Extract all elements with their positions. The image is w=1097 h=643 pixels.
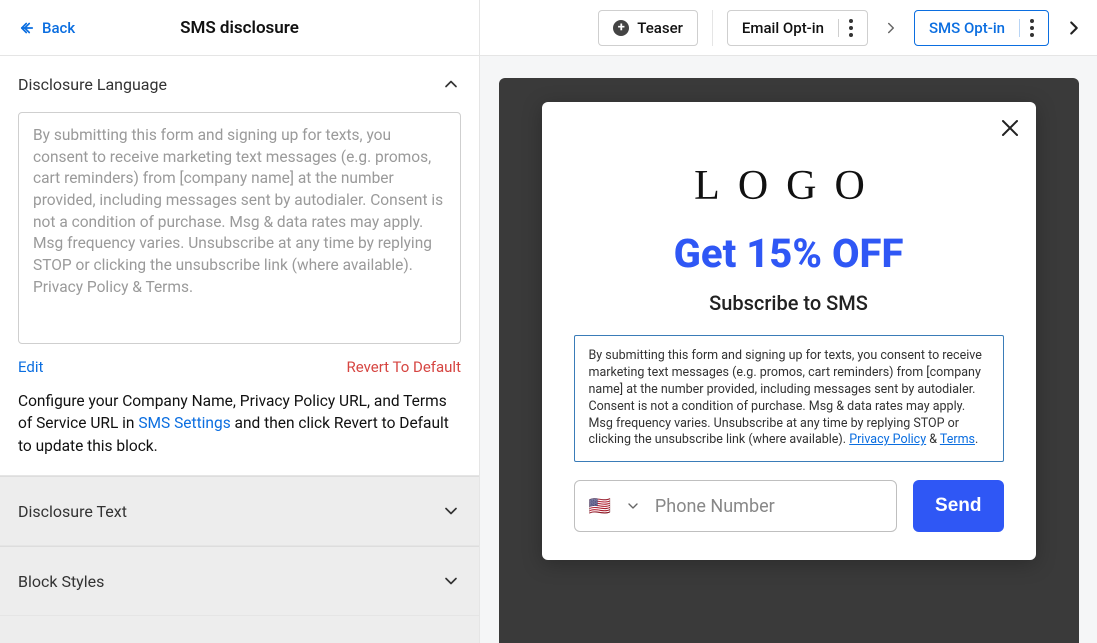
back-label: Back xyxy=(42,19,75,37)
email-optin-label: Email Opt-in xyxy=(742,19,824,37)
flag-icon[interactable]: 🇺🇸 xyxy=(589,496,611,517)
signup-popup: LOGO Get 15% OFF Subscribe to SMS By sub… xyxy=(542,102,1036,560)
textarea-actions: Edit Revert To Default xyxy=(18,358,461,376)
disclosure-textarea[interactable] xyxy=(18,112,461,344)
email-optin-tab[interactable]: Email Opt-in xyxy=(727,10,868,46)
close-icon[interactable] xyxy=(998,116,1022,140)
help-text: Configure your Company Name, Privacy Pol… xyxy=(18,390,461,457)
kebab-icon[interactable] xyxy=(838,19,853,37)
sms-optin-label: SMS Opt-in xyxy=(929,19,1005,37)
section-header-block-styles[interactable]: Block Styles xyxy=(0,547,479,615)
period: . xyxy=(975,432,978,447)
logo: LOGO xyxy=(574,162,1004,210)
send-button[interactable]: Send xyxy=(913,480,1003,532)
section-title: Block Styles xyxy=(18,572,104,591)
headline: Get 15% OFF xyxy=(574,230,1004,277)
preview-canvas: LOGO Get 15% OFF Subscribe to SMS By sub… xyxy=(480,56,1097,643)
amp: & xyxy=(926,432,940,447)
plus-circle-icon: + xyxy=(613,20,629,36)
sms-optin-tab[interactable]: SMS Opt-in xyxy=(914,10,1049,46)
teaser-label: Teaser xyxy=(637,19,683,37)
editor-header: Back SMS disclosure xyxy=(0,0,479,56)
section-disclosure-language: Disclosure Language Edit Revert To Defau… xyxy=(0,56,479,476)
step-tabs: + Teaser Email Opt-in SMS Opt-in xyxy=(480,0,1097,56)
arrow-left-icon xyxy=(18,19,36,37)
phone-placeholder: Phone Number xyxy=(655,496,775,517)
section-header-disclosure-language[interactable]: Disclosure Language xyxy=(0,56,479,112)
section-body: Edit Revert To Default Configure your Co… xyxy=(0,112,479,475)
kebab-icon[interactable] xyxy=(1019,19,1034,37)
sms-settings-link[interactable]: SMS Settings xyxy=(138,414,230,432)
edit-link[interactable]: Edit xyxy=(18,358,43,376)
editor-panel: Back SMS disclosure Disclosure Language … xyxy=(0,0,480,643)
divider xyxy=(712,10,713,46)
section-disclosure-text: Disclosure Text xyxy=(0,476,479,546)
chevron-down-icon[interactable] xyxy=(625,498,641,514)
collapsed-sections: Disclosure Text Block Styles xyxy=(0,476,479,643)
chevron-down-icon xyxy=(441,571,461,591)
chevron-right-icon[interactable] xyxy=(1063,17,1085,39)
section-header-disclosure-text[interactable]: Disclosure Text xyxy=(0,477,479,545)
section-title: Disclosure Language xyxy=(18,75,167,94)
preview-stage: LOGO Get 15% OFF Subscribe to SMS By sub… xyxy=(499,78,1079,643)
phone-row: 🇺🇸 Phone Number Send xyxy=(574,480,1004,532)
subheading: Subscribe to SMS xyxy=(574,291,1004,315)
privacy-link[interactable]: Privacy Policy xyxy=(849,432,926,447)
disclosure-block[interactable]: By submitting this form and signing up f… xyxy=(574,335,1004,462)
teaser-tab[interactable]: + Teaser xyxy=(598,10,698,46)
revert-link[interactable]: Revert To Default xyxy=(346,358,461,376)
phone-input[interactable]: 🇺🇸 Phone Number xyxy=(574,480,898,532)
back-button[interactable]: Back xyxy=(18,19,75,37)
chevron-up-icon xyxy=(441,74,461,94)
terms-link[interactable]: Terms xyxy=(940,432,975,447)
chevron-right-icon xyxy=(882,19,900,37)
section-block-styles: Block Styles xyxy=(0,546,479,616)
section-title: Disclosure Text xyxy=(18,502,127,521)
preview-area: + Teaser Email Opt-in SMS Opt-in LOGO Ge… xyxy=(480,0,1097,643)
chevron-down-icon xyxy=(441,501,461,521)
